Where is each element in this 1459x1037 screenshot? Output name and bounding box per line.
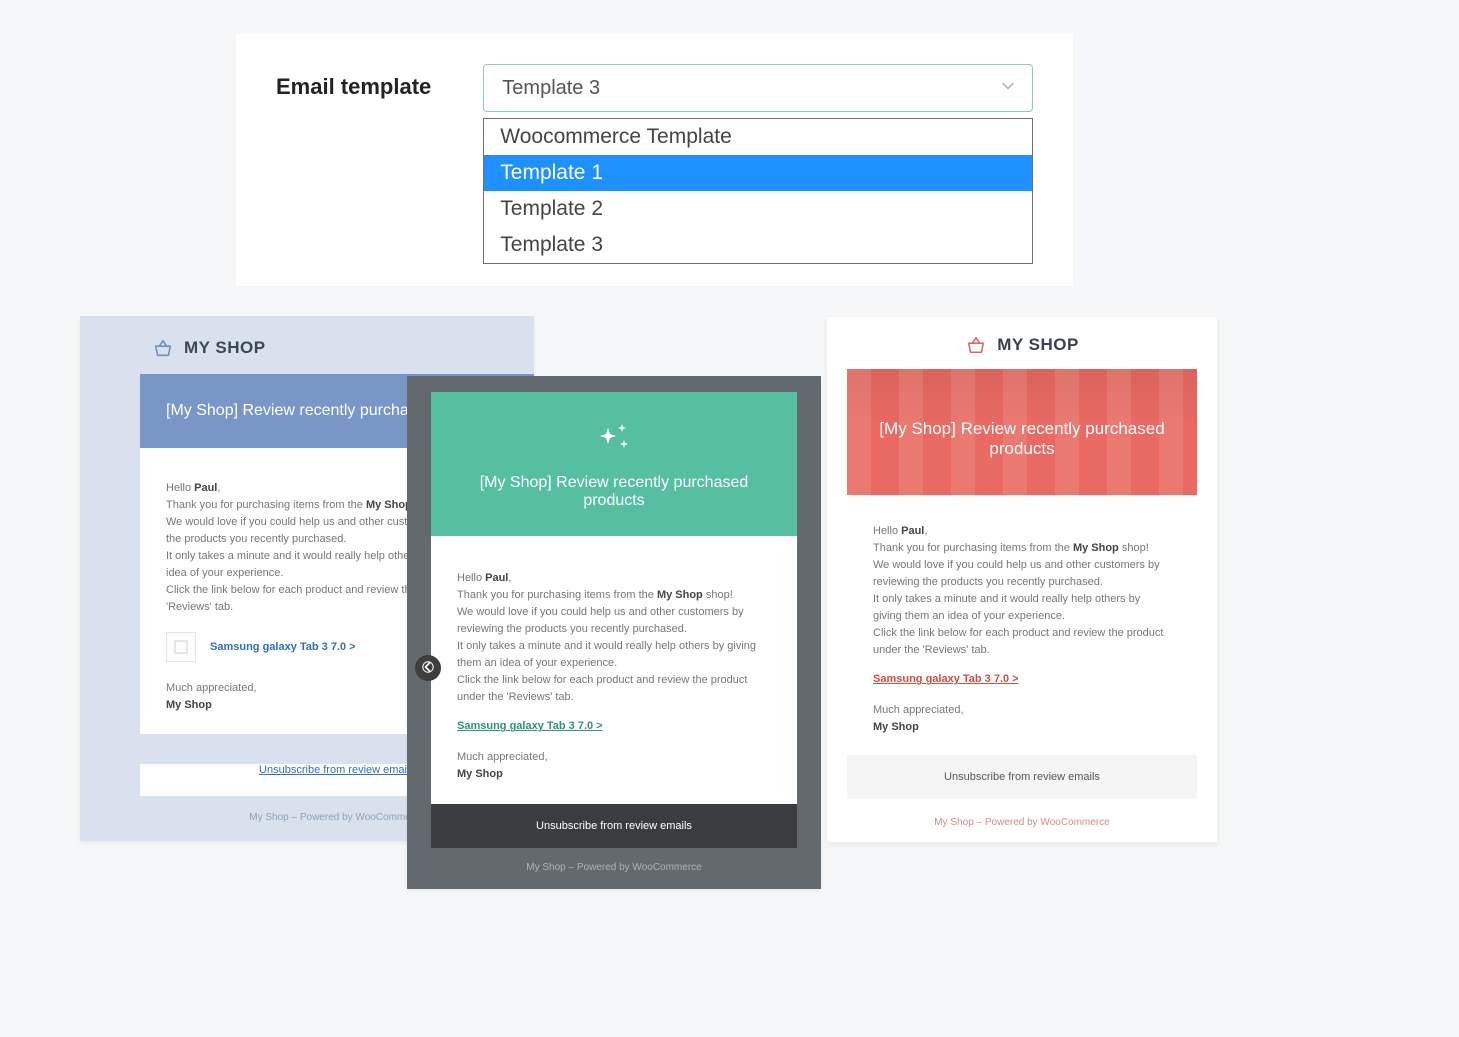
email-line-4: Click the link below for each product an… xyxy=(873,625,1171,659)
product-thumbnail xyxy=(166,632,196,662)
unsubscribe-link[interactable]: Unsubscribe from review emails xyxy=(944,771,1100,783)
sparkle-icon xyxy=(461,420,767,456)
setting-label: Email template xyxy=(276,64,431,100)
template-select[interactable]: Template 3 xyxy=(483,64,1033,112)
template-preview-2: [My Shop] Review recently purchased prod… xyxy=(407,376,821,889)
shop-logo: MY SHOP xyxy=(827,335,1217,369)
email-hero-title: [My Shop] Review recently purchased prod… xyxy=(879,419,1164,458)
email-body: Hello Paul, Thank you for purchasing ite… xyxy=(431,536,797,804)
unsubscribe-block: Unsubscribe from review emails xyxy=(847,755,1197,799)
template-option-2[interactable]: Template 2 xyxy=(484,191,1032,227)
email-hero-title: [My Shop] Review recently purchased prod… xyxy=(480,474,749,509)
template-preview-3: MY SHOP [My Shop] Review recently purcha… xyxy=(826,316,1218,843)
prev-arrow-button[interactable] xyxy=(415,655,441,681)
email-line-4: Click the link below for each product an… xyxy=(457,672,771,706)
template-option-1[interactable]: Template 1 xyxy=(484,155,1032,191)
email-hero-title: [My Shop] Review recently purchased p xyxy=(166,402,448,419)
email-footer: My Shop – Powered by WooCommerce xyxy=(827,817,1217,828)
shop-logo-text: MY SHOP xyxy=(997,335,1079,355)
email-shop-name: My Shop xyxy=(873,719,1171,736)
email-line-3: It only takes a minute and it would real… xyxy=(457,638,771,672)
shop-logo-text: MY SHOP xyxy=(184,338,266,358)
chevron-down-icon xyxy=(1000,77,1016,100)
template-selected-value: Template 3 xyxy=(502,77,600,100)
email-signoff: Much appreciated, xyxy=(873,702,1171,719)
template-option-woocommerce[interactable]: Woocommerce Template xyxy=(484,119,1032,155)
email-line-1: Thank you for purchasing items from the … xyxy=(457,587,771,604)
product-link[interactable]: Samsung galaxy Tab 3 7.0 > xyxy=(873,671,1019,688)
email-line-1: Thank you for purchasing items from the … xyxy=(873,540,1171,557)
email-line-3: It only takes a minute and it would real… xyxy=(873,591,1171,625)
email-footer: My Shop – Powered by WooCommerce xyxy=(431,862,797,873)
email-hero: [My Shop] Review recently purchased prod… xyxy=(431,392,797,536)
email-template-setting-panel: Email template Template 3 Woocommerce Te… xyxy=(236,34,1073,286)
email-greeting: Hello Paul, xyxy=(457,570,771,587)
unsubscribe-bar: Unsubscribe from review emails xyxy=(431,804,797,848)
product-link[interactable]: Samsung galaxy Tab 3 7.0 > xyxy=(457,718,603,735)
unsubscribe-link[interactable]: Unsubscribe from review emails xyxy=(536,820,692,832)
product-link[interactable]: Samsung galaxy Tab 3 7.0 > xyxy=(210,639,356,656)
email-shop-name: My Shop xyxy=(457,766,771,783)
email-body: Hello Paul, Thank you for purchasing ite… xyxy=(847,495,1197,755)
email-hero: [My Shop] Review recently purchased prod… xyxy=(847,369,1197,495)
email-line-2: We would love if you could help us and o… xyxy=(457,604,771,638)
template-select-wrap: Template 3 Woocommerce Template Template… xyxy=(483,64,1033,264)
arrow-left-icon xyxy=(422,661,434,676)
email-greeting: Hello Paul, xyxy=(873,523,1171,540)
email-signoff: Much appreciated, xyxy=(457,749,771,766)
setting-row: Email template Template 3 Woocommerce Te… xyxy=(276,64,1033,264)
template-option-3[interactable]: Template 3 xyxy=(484,227,1032,263)
shop-logo: MY SHOP xyxy=(80,338,534,374)
template-dropdown: Woocommerce Template Template 1 Template… xyxy=(483,118,1033,264)
email-line-2: We would love if you could help us and o… xyxy=(873,557,1171,591)
basket-icon xyxy=(965,335,987,355)
basket-icon xyxy=(152,338,174,358)
